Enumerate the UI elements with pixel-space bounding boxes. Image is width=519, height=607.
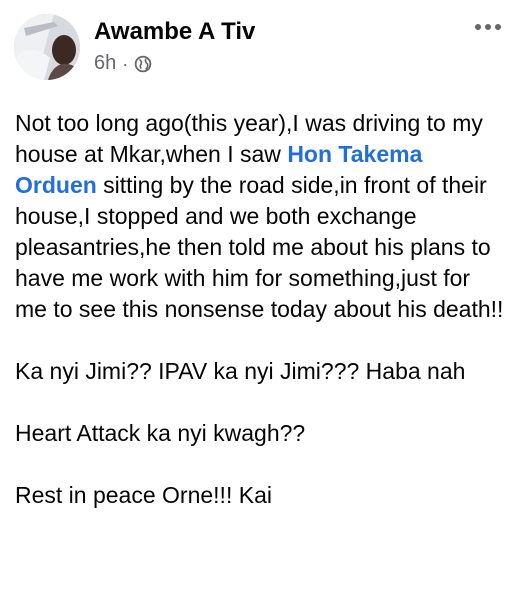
- post-paragraph-2: Ka nyi Jimi?? IPAV ka nyi Jimi??? Haba n…: [15, 358, 466, 384]
- post-paragraph-1: Not too long ago(this year),I was drivin…: [15, 108, 507, 325]
- post-header: Awambe A Tiv 6h ·: [14, 12, 505, 84]
- facebook-post: Awambe A Tiv 6h · Not too long ago(this …: [0, 0, 519, 607]
- author-avatar[interactable]: [14, 14, 80, 80]
- post-paragraph-3: Heart Attack ka nyi kwagh??: [15, 420, 306, 446]
- post-paragraph-4: Rest in peace Orne!!! Kai: [15, 482, 272, 508]
- meta-separator: ·: [122, 53, 129, 74]
- post-body: Not too long ago(this year),I was drivin…: [15, 108, 507, 511]
- more-options-icon[interactable]: [473, 18, 503, 36]
- post-timestamp[interactable]: 6h: [94, 52, 116, 75]
- author-name[interactable]: Awambe A Tiv: [94, 18, 255, 46]
- globe-icon[interactable]: [134, 55, 152, 73]
- avatar-photo: [14, 14, 80, 80]
- post-meta: 6h ·: [94, 52, 152, 75]
